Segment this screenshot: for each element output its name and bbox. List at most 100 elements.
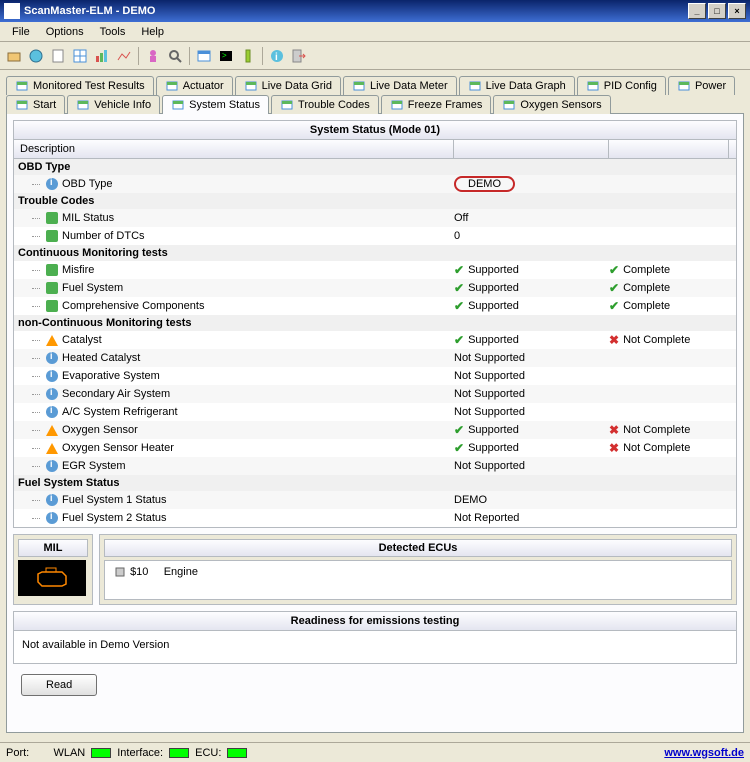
tab-system-status[interactable]: System Status [162,95,269,114]
toolbar-exit-icon[interactable] [289,46,309,66]
toolbar-info-icon[interactable]: i [267,46,287,66]
row-value1: Not Supported [454,406,525,418]
row-value2: Not Complete [623,442,690,454]
tab-icon [502,98,516,112]
grid-row[interactable]: Evaporative SystemNot Supported [14,367,736,385]
grid-row[interactable]: Comprehensive Components✔Supported✔Compl… [14,297,736,315]
menu-options[interactable]: Options [38,24,92,40]
toolbar-open-icon[interactable] [4,46,24,66]
website-link[interactable]: www.wgsoft.de [664,747,744,759]
row-label: Catalyst [62,334,102,346]
title-bar: ScanMaster-ELM - DEMO _ □ × [0,0,750,22]
section-header: Fuel System Status [14,475,736,491]
grid-row[interactable]: Fuel System 2 StatusNot Reported [14,509,736,527]
tab-row-1: Monitored Test ResultsActuatorLive Data … [6,76,744,95]
minimize-button[interactable]: _ [688,3,706,19]
grid-row[interactable]: MIL StatusOff [14,209,736,227]
row-label: A/C System Refrigerant [62,406,178,418]
toolbar-person-icon[interactable] [143,46,163,66]
toolbar-device-icon[interactable] [238,46,258,66]
tab-icon [244,79,258,93]
toolbar-search-icon[interactable] [165,46,185,66]
toolbar-globe-icon[interactable] [26,46,46,66]
row-label: Evaporative System [62,370,160,382]
readiness-text: Not available in Demo Version [14,631,736,663]
grid-row[interactable]: Number of DTCs0 [14,227,736,245]
menu-help[interactable]: Help [133,24,172,40]
grid-row[interactable]: Oxygen Sensor✔Supported✖Not Complete [14,421,736,439]
tab-monitored-test-results[interactable]: Monitored Test Results [6,76,154,95]
row-value2: Complete [623,300,670,312]
row-value1: Not Supported [454,352,525,364]
grid-row[interactable]: OBD TypeDEMO [14,175,736,193]
status-ok-icon [46,300,58,312]
row-value1: Supported [468,442,519,454]
status-ecu-label: ECU: [195,747,221,759]
row-value1: Not Supported [454,388,525,400]
info-icon [46,178,58,190]
row-value1: DEMO [454,494,487,506]
row-value1: Supported [468,264,519,276]
warning-icon [46,443,58,454]
tab-icon [390,98,404,112]
ecu-name: Engine [164,566,198,578]
menu-file[interactable]: File [4,24,38,40]
tab-freeze-frames[interactable]: Freeze Frames [381,95,492,114]
toolbar-charts-icon[interactable] [92,46,112,66]
row-value1: Supported [468,282,519,294]
ecu-list[interactable]: $10 Engine [104,560,732,600]
col-value2[interactable] [609,140,729,158]
read-button[interactable]: Read [21,674,97,696]
col-value1[interactable] [454,140,609,158]
grid-row[interactable]: EGR SystemNot Supported [14,457,736,475]
tab-oxygen-sensors[interactable]: Oxygen Sensors [493,95,610,114]
tab-trouble-codes[interactable]: Trouble Codes [271,95,379,114]
grid-body: OBD TypeOBD TypeDEMOTrouble CodesMIL Sta… [14,159,736,527]
grid-row[interactable]: Fuel System✔Supported✔Complete [14,279,736,297]
grid-row[interactable]: Oxygen Sensor Heater✔Supported✖Not Compl… [14,439,736,457]
row-value1: Supported [468,334,519,346]
toolbar-graph-icon[interactable] [114,46,134,66]
tab-live-data-graph[interactable]: Live Data Graph [459,76,575,95]
check-icon: ✔ [454,333,464,347]
interface-led [169,748,189,758]
status-grid: System Status (Mode 01) Description OBD … [13,120,737,528]
row-label: Fuel System [62,282,123,294]
readiness-title: Readiness for emissions testing [14,612,736,631]
maximize-button[interactable]: □ [708,3,726,19]
tab-start[interactable]: Start [6,95,65,114]
tab-pid-config[interactable]: PID Config [577,76,666,95]
row-value2: Not Complete [623,424,690,436]
col-description[interactable]: Description [14,140,454,158]
menu-tools[interactable]: Tools [92,24,134,40]
toolbar-terminal-icon[interactable]: > [216,46,236,66]
check-icon: ✔ [454,281,464,295]
row-value2: Not Complete [623,334,690,346]
info-icon [46,388,58,400]
tab-icon [15,98,29,112]
tab-live-data-meter[interactable]: Live Data Meter [343,76,457,95]
toolbar-window-icon[interactable] [194,46,214,66]
toolbar-clipboard-icon[interactable] [48,46,68,66]
toolbar-grid-icon[interactable] [70,46,90,66]
grid-row[interactable]: Misfire✔Supported✔Complete [14,261,736,279]
check-icon: ✔ [454,263,464,277]
grid-row[interactable]: Fuel System 1 StatusDEMO [14,491,736,509]
status-bar: Port: WLAN Interface: ECU: www.wgsoft.de [0,742,750,762]
grid-row[interactable]: A/C System Refrigerant Not Supported [14,403,736,421]
grid-row[interactable]: Heated CatalystNot Supported [14,349,736,367]
row-label: EGR System [62,460,126,472]
tab-power[interactable]: Power [668,76,735,95]
grid-row[interactable]: Catalyst✔Supported✖Not Complete [14,331,736,349]
tab-vehicle-info[interactable]: Vehicle Info [67,95,160,114]
svg-text:i: i [275,52,278,63]
svg-text:>: > [222,51,227,60]
tab-actuator[interactable]: Actuator [156,76,233,95]
row-label: Fuel System 2 Status [62,512,167,524]
close-button[interactable]: × [728,3,746,19]
check-icon: ✔ [454,441,464,455]
row-label: MIL Status [62,212,114,224]
readiness-box: Readiness for emissions testing Not avai… [13,611,737,664]
tab-live-data-grid[interactable]: Live Data Grid [235,76,341,95]
grid-row[interactable]: Secondary Air SystemNot Supported [14,385,736,403]
